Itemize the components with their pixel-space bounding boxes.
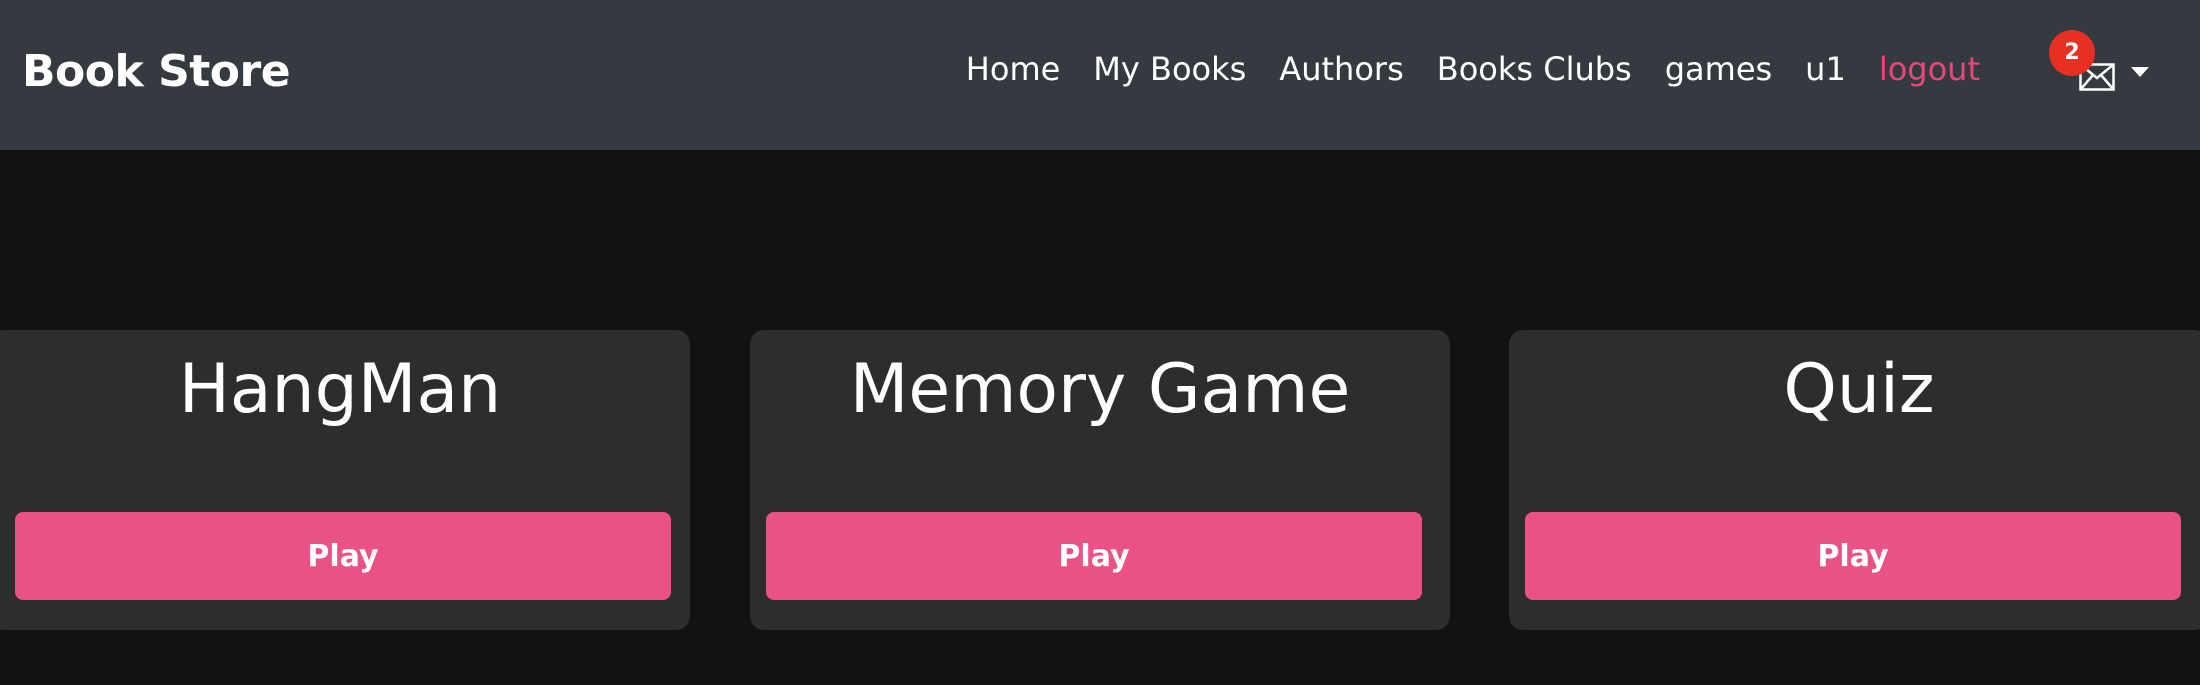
game-card-quiz: Quiz Play [1509,330,2200,630]
brand-title[interactable]: Book Store [22,46,291,97]
navbar: Book Store Home My Books Authors Books C… [0,0,2200,150]
play-hangman-button[interactable]: Play [15,512,671,600]
game-title: Memory Game [849,350,1351,429]
game-title: HangMan [178,350,502,429]
nav-link-logout[interactable]: logout [1879,50,1980,88]
nav-link-games[interactable]: games [1665,50,1772,88]
notification-badge: 2 [2049,30,2095,76]
game-title: Quiz [1783,350,1935,429]
play-memory-game-button[interactable]: Play [766,512,1422,600]
nav-link-user[interactable]: u1 [1805,50,1846,88]
game-card-memory: Memory Game Play [750,330,1450,630]
nav-links: Home My Books Authors Books Clubs games … [933,50,1980,88]
play-quiz-button[interactable]: Play [1525,512,2181,600]
nav-link-books-clubs[interactable]: Books Clubs [1437,50,1632,88]
nav-link-my-books[interactable]: My Books [1093,50,1246,88]
messages-dropdown[interactable]: 2 [2049,30,2165,95]
nav-link-authors[interactable]: Authors [1279,50,1403,88]
game-card-hangman: HangMan Play [0,330,690,630]
chevron-down-icon [2131,67,2149,77]
nav-link-home[interactable]: Home [966,50,1061,88]
